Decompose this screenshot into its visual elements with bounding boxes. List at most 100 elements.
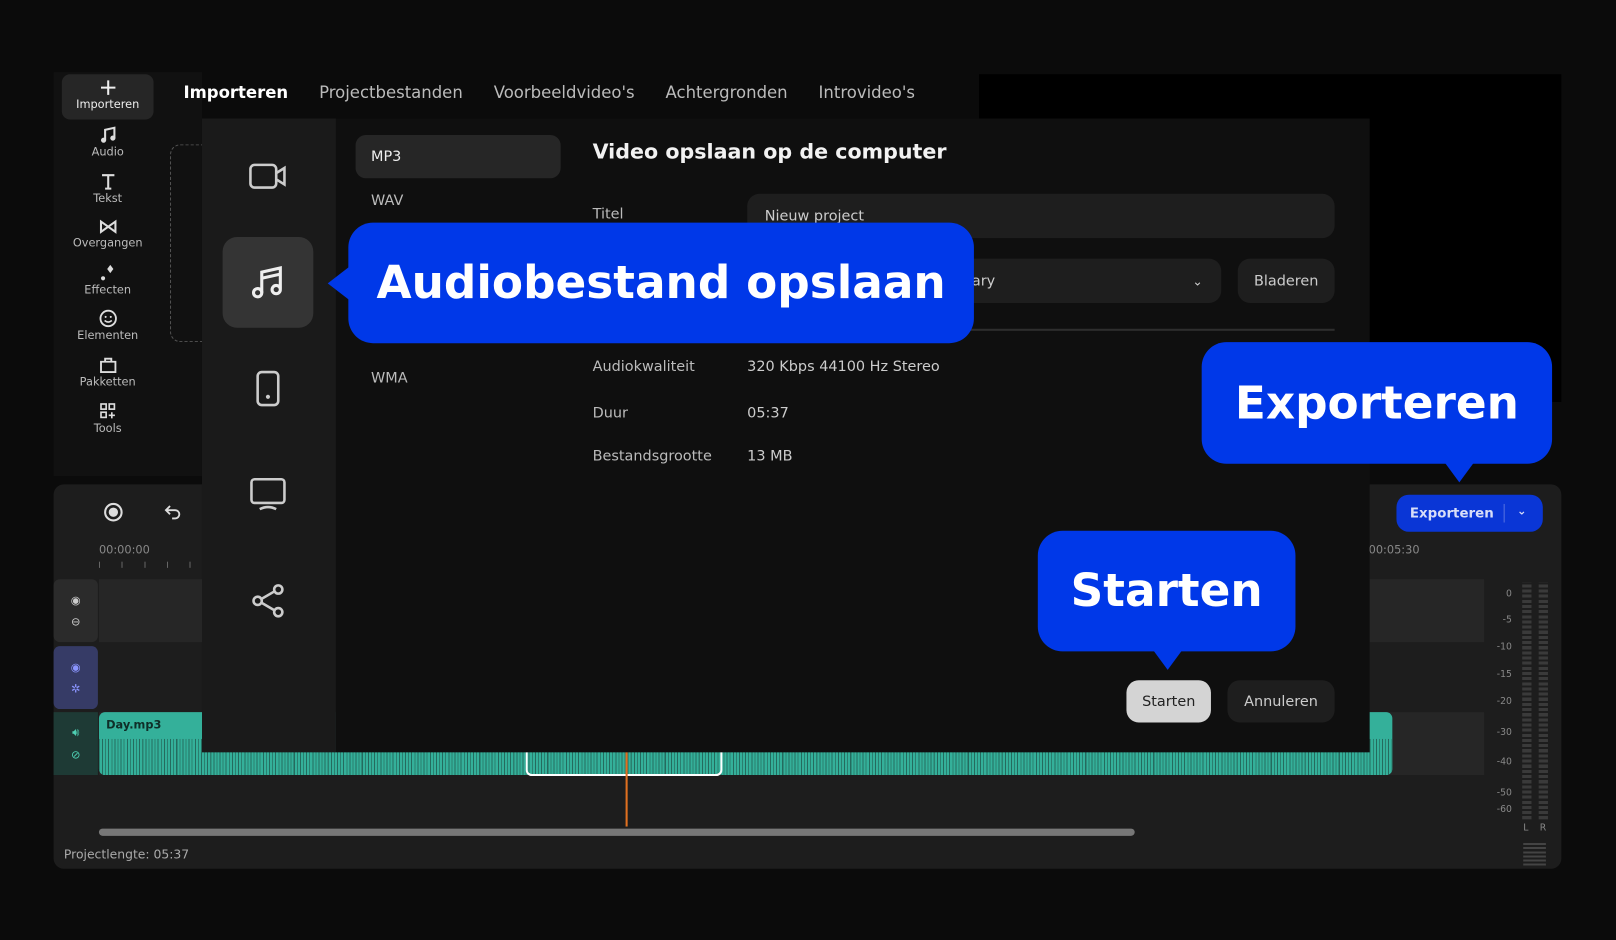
tab-projectbestanden[interactable]: Projectbestanden: [319, 82, 463, 102]
browse-button[interactable]: Bladeren: [1237, 258, 1335, 303]
chevron-down-icon[interactable]: ⌄: [1503, 503, 1527, 523]
meter-label: -10: [1496, 642, 1512, 653]
sidebar-item-elementen[interactable]: Elementen: [62, 309, 154, 342]
chevron-down-icon: ⌄: [1192, 273, 1203, 289]
smiley-icon: [99, 309, 117, 328]
tab-introvideos[interactable]: Introvideo's: [819, 82, 915, 102]
size-label: Bestandsgrootte: [592, 448, 712, 465]
meter-bar: [1538, 582, 1548, 820]
size-value: 13 MB: [747, 448, 793, 465]
cancel-button[interactable]: Annuleren: [1227, 680, 1335, 723]
horizontal-scrollbar[interactable]: [98, 828, 1135, 836]
sidebar-label: Pakketten: [79, 375, 136, 389]
meter-channel-label: R: [1539, 823, 1547, 834]
sidebar-label: Effecten: [84, 283, 132, 297]
start-button[interactable]: Starten: [1126, 680, 1211, 723]
callout-pointer: [1153, 650, 1183, 670]
time-start: 00:00:00: [98, 543, 150, 557]
track-header-effects: ◉ ✲: [53, 646, 98, 710]
sidebar-label: Tekst: [93, 191, 123, 206]
audio-level-meter: 0 -5 -10 -15 -20 -30 -40 -50 -60 L R: [1489, 582, 1556, 840]
tab-bar: Importeren Projectbestanden Voorbeeldvid…: [183, 82, 915, 102]
tab-voorbeeldvideos[interactable]: Voorbeeldvideo's: [494, 82, 635, 102]
folder-value: ary: [971, 272, 996, 290]
meter-channel-label: L: [1523, 823, 1529, 834]
record-icon[interactable]: [103, 502, 124, 523]
music-icon: [100, 126, 115, 143]
callout-audio: Audiobestand opslaan: [348, 222, 974, 344]
title-label: Titel: [592, 206, 624, 223]
meter-label: -40: [1496, 757, 1512, 768]
export-type-video[interactable]: [223, 131, 314, 222]
export-type-share[interactable]: [223, 555, 314, 646]
meter-label: 0: [1505, 589, 1512, 600]
playhead[interactable]: [625, 742, 628, 827]
export-type-mobile[interactable]: [223, 343, 314, 434]
sidebar-label: Elementen: [77, 328, 139, 343]
meter-label: -30: [1496, 727, 1512, 738]
sidebar-label: Overgangen: [72, 236, 143, 250]
project-length: Projectlengte: 05:37: [63, 847, 190, 862]
folder-select[interactable]: ary ⌄: [954, 258, 1222, 303]
sidebar-label: Importeren: [76, 97, 140, 112]
eye-icon[interactable]: ◉: [71, 593, 81, 606]
phone-icon: [256, 370, 280, 407]
transition-icon: [99, 219, 116, 234]
package-icon: [99, 357, 116, 373]
unlink-icon[interactable]: ⊘: [71, 748, 81, 761]
sidebar-item-overgangen[interactable]: Overgangen: [62, 218, 154, 249]
plus-icon: [100, 80, 115, 95]
monitor-icon: [250, 477, 286, 511]
eye-icon[interactable]: ◉: [71, 660, 81, 673]
share-icon: [252, 584, 284, 618]
dialog-title: Video opslaan op de computer: [592, 139, 947, 164]
meter-label: -5: [1502, 615, 1512, 626]
callout-pointer: [327, 265, 351, 301]
meter-label: -50: [1496, 788, 1512, 799]
duration-label: Duur: [592, 405, 628, 422]
meter-label: -20: [1496, 696, 1512, 707]
tab-achtergronden[interactable]: Achtergronden: [666, 82, 788, 102]
export-type-column: [201, 118, 336, 753]
music-note-icon: [251, 266, 282, 299]
quality-label: Audiokwaliteit: [592, 358, 695, 376]
quality-value: 320 Kbps 44100 Hz Stereo: [747, 358, 940, 376]
undo-icon[interactable]: [164, 503, 183, 522]
sidebar-item-audio[interactable]: Audio: [62, 126, 154, 159]
meter-bar: [1522, 582, 1532, 820]
sidebar-item-tekst[interactable]: Tekst: [62, 172, 154, 205]
tab-importeren[interactable]: Importeren: [183, 82, 288, 102]
export-button-label: Exporteren: [1409, 505, 1494, 521]
sidebar-item-effecten[interactable]: Effecten: [62, 264, 154, 297]
meter-settings-icon[interactable]: [1523, 843, 1546, 866]
video-camera-icon: [249, 163, 286, 189]
text-icon: [101, 174, 114, 190]
clip-name: Day.mp3: [106, 718, 162, 732]
track-header-video: ◉ ⊖: [53, 579, 98, 643]
ruler-ticks: [98, 561, 197, 568]
duration-value: 05:37: [747, 405, 789, 422]
callout-export: Exporteren: [1201, 342, 1553, 464]
track-header-audio: 🔊︎ ⊘: [53, 712, 98, 776]
sidebar-item-pakketten[interactable]: Pakketten: [62, 356, 154, 389]
sparkle-icon: [100, 264, 113, 281]
sidebar-item-tools[interactable]: Tools: [62, 402, 154, 435]
callout-pointer: [1444, 462, 1474, 483]
callout-start: Starten: [1037, 530, 1296, 652]
export-type-tv[interactable]: [223, 449, 314, 540]
export-button[interactable]: Exporteren ⌄: [1396, 494, 1543, 532]
sidebar-item-importeren[interactable]: Importeren: [61, 74, 154, 120]
meter-label: -60: [1496, 804, 1512, 816]
export-type-audio[interactable]: [222, 237, 314, 328]
time-end: 00:05:30: [1368, 543, 1420, 557]
format-mp3[interactable]: MP3: [355, 135, 561, 179]
link-icon[interactable]: ⊖: [71, 615, 81, 628]
effect-icon[interactable]: ✲: [71, 682, 81, 695]
volume-icon[interactable]: 🔊︎: [72, 726, 79, 740]
sidebar-label: Audio: [91, 145, 124, 159]
meter-label: -15: [1496, 669, 1512, 681]
sidebar-label: Tools: [93, 421, 122, 435]
divider: [954, 328, 1335, 331]
format-wma[interactable]: WMA: [356, 357, 561, 400]
format-wav[interactable]: WAV: [356, 179, 561, 222]
